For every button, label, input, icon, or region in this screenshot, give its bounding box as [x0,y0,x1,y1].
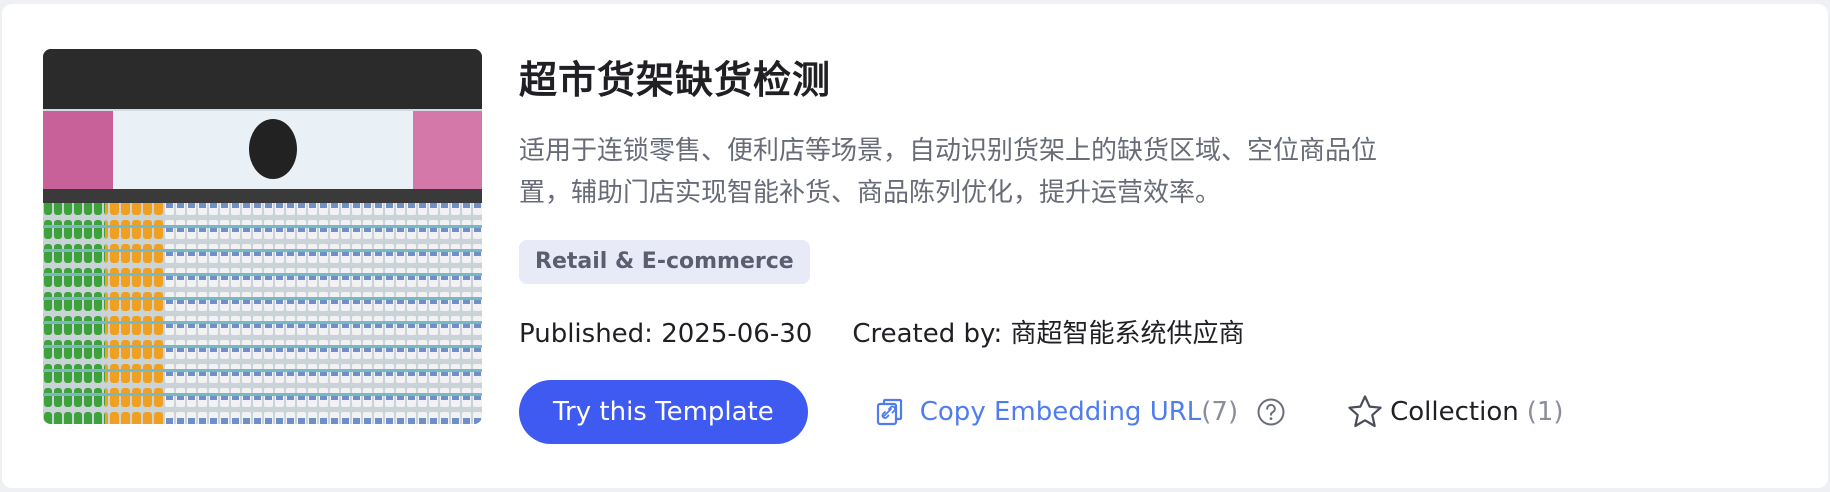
template-title: 超市货架缺货检测 [519,58,832,102]
star-outline-icon [1348,395,1382,428]
template-meta: Published: 2025-06-30 Created by: 商超智能系统… [519,314,1788,354]
question-circle-icon[interactable] [1256,397,1286,427]
try-template-button[interactable]: Try this Template [519,380,808,444]
template-actions: Try this Template Copy Embedding URL (7) [519,380,1788,444]
category-tag[interactable]: Retail & E-commerce [519,240,810,284]
template-card: 超市货架缺货检测 适用于连锁零售、便利店等场景，自动识别货架上的缺货区域、空位商… [2,4,1828,488]
collection-button[interactable]: Collection (1) [1346,393,1564,431]
template-thumbnail[interactable] [43,49,482,424]
collection-count: (1) [1526,397,1564,427]
template-description: 适用于连锁零售、便利店等场景，自动识别货架上的缺货区域、空位商品位置，辅助门店实… [519,136,1378,208]
copy-embedding-url-label: Copy Embedding URL [919,397,1202,427]
template-details: 超市货架缺货检测 适用于连锁零售、便利店等场景，自动识别货架上的缺货区域、空位商… [519,52,1788,444]
link-copy-icon [876,398,902,426]
copy-embedding-url-button[interactable]: Copy Embedding URL (7) [874,396,1238,428]
shelf-image [43,49,482,424]
published-date: Published: 2025-06-30 [519,319,813,349]
collection-label: Collection [1390,397,1519,427]
created-by: Created by: 商超智能系统供应商 [852,319,1245,349]
copy-count: (7) [1201,397,1239,427]
